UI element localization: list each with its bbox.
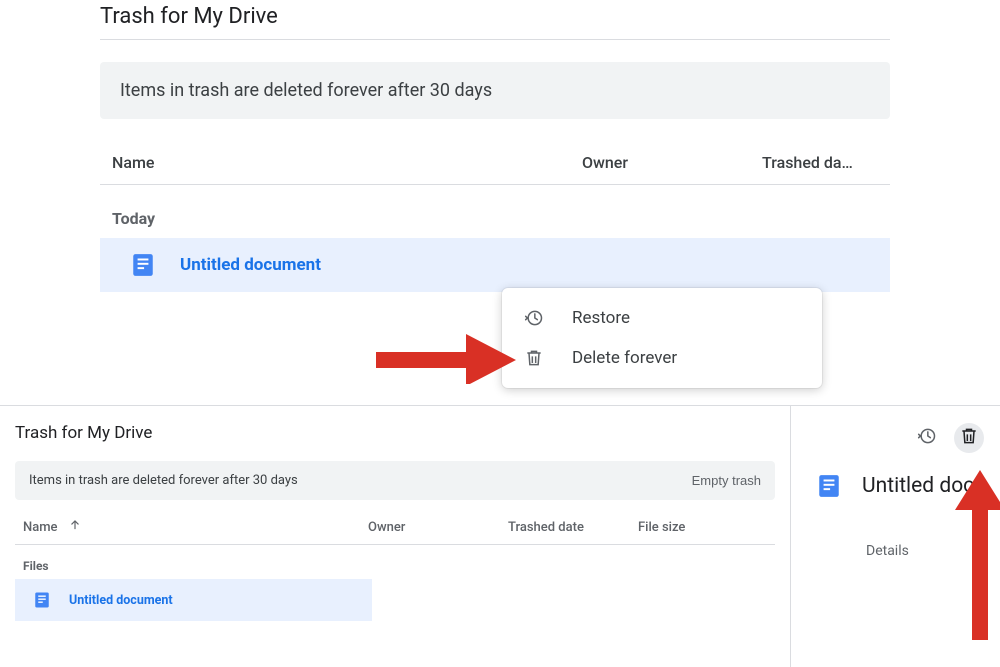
file-row[interactable]: Untitled document bbox=[100, 238, 890, 292]
column-owner[interactable]: Owner bbox=[368, 520, 508, 535]
context-menu: Restore Delete forever bbox=[502, 288, 822, 388]
trash-icon bbox=[524, 348, 552, 368]
details-header: Untitled docu bbox=[816, 473, 1000, 499]
menu-item-label: Delete forever bbox=[572, 348, 677, 368]
empty-trash-button[interactable]: Empty trash bbox=[692, 473, 761, 488]
column-owner[interactable]: Owner bbox=[582, 153, 762, 172]
tab-details[interactable]: Details bbox=[866, 543, 909, 569]
column-name[interactable]: Name bbox=[112, 153, 582, 172]
trash-icon bbox=[959, 426, 979, 450]
file-row[interactable]: Untitled document bbox=[15, 579, 372, 621]
column-trashed-date[interactable]: Trashed da… bbox=[762, 153, 878, 172]
docs-icon bbox=[130, 252, 156, 278]
details-file-title: Untitled docu bbox=[862, 474, 986, 498]
delete-forever-button[interactable] bbox=[954, 423, 984, 453]
page-title: Trash for My Drive bbox=[100, 0, 890, 40]
details-tabs: Details bbox=[816, 543, 1000, 569]
restore-icon bbox=[524, 308, 552, 328]
notice-text: Items in trash are deleted forever after… bbox=[29, 473, 298, 488]
page-title: Trash for My Drive bbox=[15, 423, 775, 443]
column-name[interactable]: Name bbox=[23, 518, 368, 536]
menu-item-label: Restore bbox=[572, 308, 630, 328]
trash-notice: Items in trash are deleted forever after… bbox=[100, 62, 890, 119]
file-name: Untitled document bbox=[180, 255, 321, 275]
column-headers: Name Owner Trashed da… bbox=[100, 119, 890, 185]
sort-ascending-icon bbox=[68, 518, 82, 536]
group-label-today: Today bbox=[100, 185, 890, 238]
menu-item-restore[interactable]: Restore bbox=[502, 298, 822, 338]
column-file-size[interactable]: File size bbox=[638, 520, 767, 535]
docs-icon bbox=[33, 591, 51, 609]
restore-icon bbox=[917, 426, 937, 450]
group-label-files: Files bbox=[15, 545, 775, 579]
menu-item-delete-forever[interactable]: Delete forever bbox=[502, 338, 822, 378]
column-trashed-date[interactable]: Trashed date bbox=[508, 520, 638, 535]
column-headers: Name Owner Trashed date File size bbox=[15, 500, 775, 545]
restore-button[interactable] bbox=[912, 423, 942, 453]
docs-icon bbox=[816, 473, 842, 499]
trash-notice: Items in trash are deleted forever after… bbox=[15, 461, 775, 500]
file-name: Untitled document bbox=[69, 593, 173, 608]
